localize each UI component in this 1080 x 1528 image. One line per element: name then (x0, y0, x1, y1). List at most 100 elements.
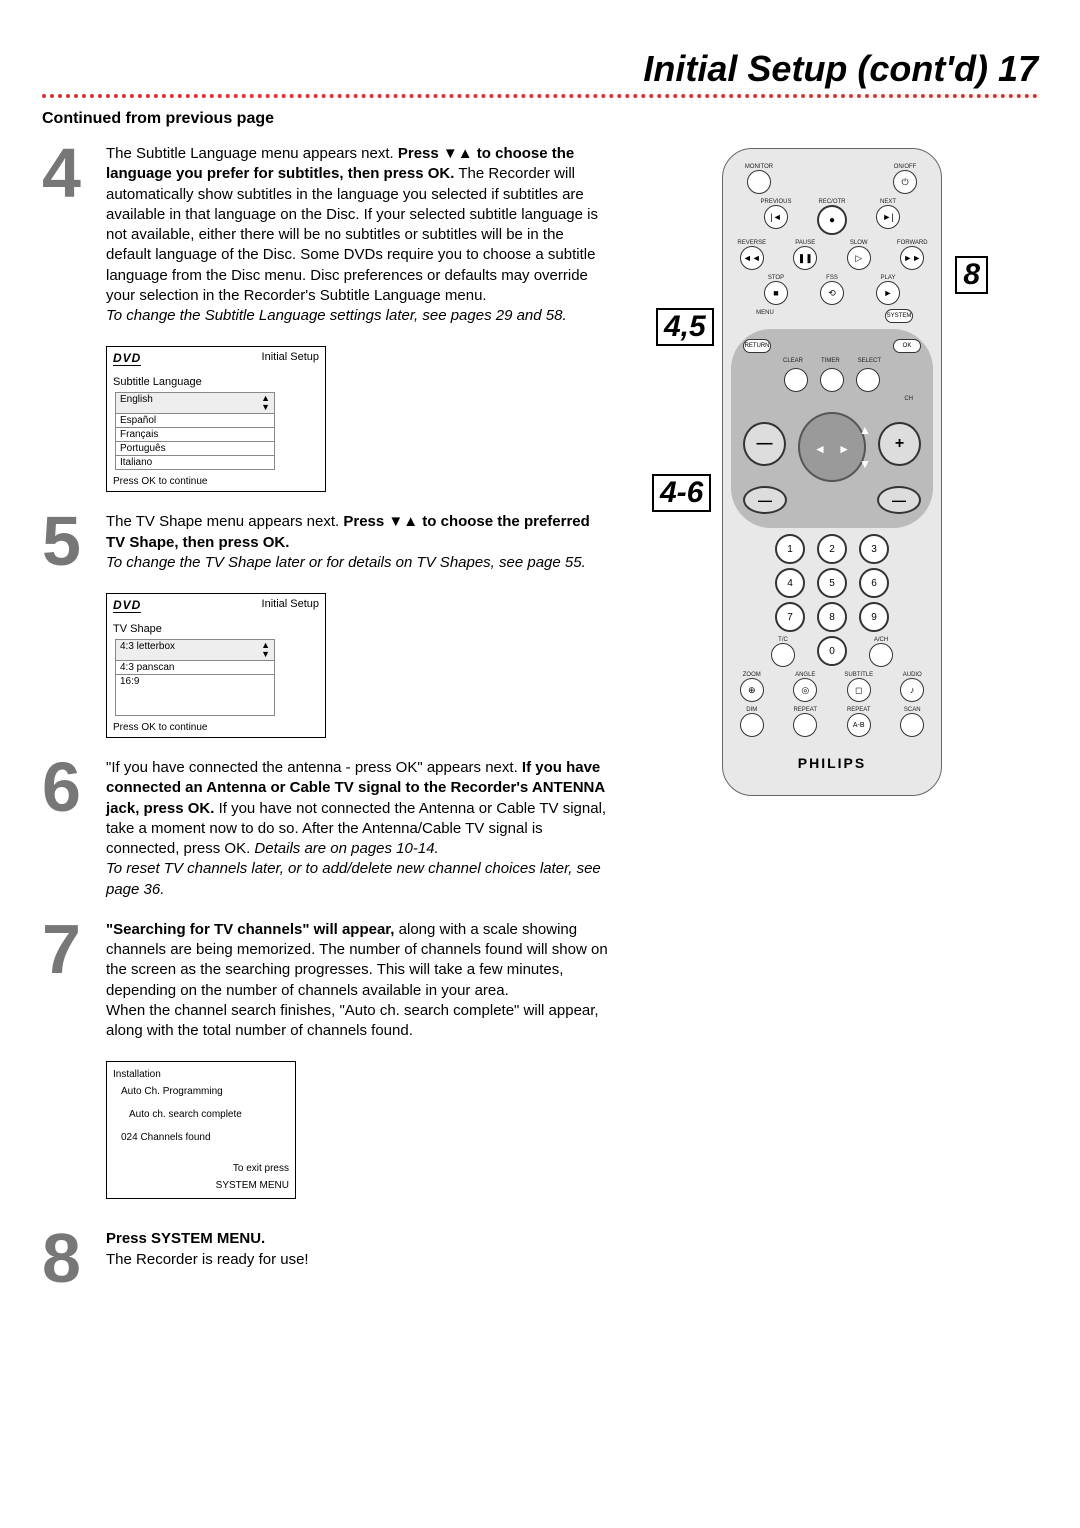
option-label: Italiano (120, 457, 152, 468)
subtitle-option[interactable]: Italiano (115, 455, 275, 470)
repeat-ab-button[interactable]: A-B (847, 713, 871, 737)
subtitle-option[interactable]: Português (115, 441, 275, 455)
remote-body: MONITOR ON/OFF⏻ PREVIOUS|◄ REC/OTR● NEXT… (722, 148, 942, 796)
subtitle-button[interactable]: ◻ (847, 678, 871, 702)
monitor-button[interactable] (747, 170, 771, 194)
stop-button[interactable]: ■ (764, 281, 788, 305)
btn-label: CLEAR (783, 358, 803, 364)
key-7[interactable]: 7 (775, 602, 805, 632)
zoom-button[interactable]: ⊕ (740, 678, 764, 702)
header-title: Initial Setup (cont'd) (643, 48, 988, 89)
dim-button[interactable] (740, 713, 764, 737)
btn-label: SELECT (858, 358, 881, 364)
key-9[interactable]: 9 (859, 602, 889, 632)
remote-brand-logo: PHILIPS (731, 755, 933, 771)
step-4-body: The Subtitle Language menu appears next.… (106, 144, 612, 326)
remote-column: 8 4,5 4-6 MONITOR ON/OFF⏻ PREVIOUS|◄ REC… (652, 144, 1012, 796)
osd-tv-shape: DVD Initial Setup TV Shape 4:3 letterbox… (106, 593, 326, 738)
updown-icon: ▲▼ (261, 394, 270, 412)
callout-8: 8 (955, 256, 988, 294)
key-5[interactable]: 5 (817, 568, 847, 598)
system-menu-button[interactable]: SYSTEM (885, 309, 913, 323)
angle-button[interactable]: ◎ (793, 678, 817, 702)
step-6-number: 6 (42, 758, 106, 818)
callout-4-5: 4,5 (656, 308, 714, 346)
osd-footer: Press OK to continue (107, 722, 325, 737)
dpad-right[interactable]: ► (830, 439, 858, 459)
btn-label: TIMER (821, 358, 840, 364)
option-label: English (120, 394, 153, 412)
key-6[interactable]: 6 (859, 568, 889, 598)
reverse-button[interactable]: ◄◄ (740, 246, 764, 270)
step-7-bold: "Searching for TV channels" will appear, (106, 921, 399, 938)
repeat-button[interactable] (793, 713, 817, 737)
step-5-number: 5 (42, 512, 106, 572)
fss-button[interactable]: ⟲ (820, 281, 844, 305)
vol-rocker[interactable]: — (743, 422, 786, 466)
option-label: Español (120, 415, 156, 426)
page-header: Initial Setup (cont'd) 17 (42, 48, 1038, 90)
step-8-number: 8 (42, 1229, 106, 1289)
step-7-rest2: When the channel search finishes, "Auto … (106, 1002, 599, 1039)
dpad-section: RETURN OK CLEAR TIMER SELECT CH — ▲ (731, 329, 933, 528)
osd-installation: Installation Auto Ch. Programming Auto c… (106, 1061, 296, 1199)
subtitle-option[interactable]: Español (115, 413, 275, 427)
install-title: Installation (113, 1066, 289, 1083)
step-5-lead: The TV Shape menu appears next. (106, 513, 343, 530)
audio-button[interactable]: ♪ (900, 678, 924, 702)
scan-button[interactable] (900, 713, 924, 737)
key-2[interactable]: 2 (817, 534, 847, 564)
install-line1: Auto ch. search complete (113, 1106, 289, 1123)
key-8[interactable]: 8 (817, 602, 847, 632)
tc-button[interactable] (771, 643, 795, 667)
step-5: 5 The TV Shape menu appears next. Press … (42, 512, 612, 573)
step-7-body: "Searching for TV channels" will appear,… (106, 920, 612, 1042)
step-7: 7 "Searching for TV channels" will appea… (42, 920, 612, 1042)
ach-button[interactable] (869, 643, 893, 667)
tvshape-option[interactable]: 4:3 panscan (115, 660, 275, 674)
ok-button[interactable]: OK (893, 339, 921, 353)
previous-button[interactable]: |◄ (764, 205, 788, 229)
osd-brand-logo: DVD (113, 351, 141, 366)
install-exit2: SYSTEM MENU (113, 1177, 289, 1194)
next-button[interactable]: ►| (876, 205, 900, 229)
vol-rocker-down[interactable]: — (743, 486, 787, 514)
install-line2: 024 Channels found (113, 1129, 289, 1146)
header-dotted-rule (42, 92, 1038, 98)
step-4-rest: The Recorder will automatically show sub… (106, 165, 598, 304)
step-5-note: To change the TV Shape later or for deta… (106, 554, 586, 571)
key-1[interactable]: 1 (775, 534, 805, 564)
clear-button[interactable] (784, 368, 808, 392)
step-4-lead: The Subtitle Language menu appears next. (106, 145, 398, 162)
forward-button[interactable]: ►► (900, 246, 924, 270)
key-0[interactable]: 0 (817, 636, 847, 666)
step-4-number: 4 (42, 144, 106, 204)
key-3[interactable]: 3 (859, 534, 889, 564)
pause-button[interactable]: ❚❚ (793, 246, 817, 270)
navigation-dpad[interactable]: ▲ ▼ ◄ ► (798, 412, 866, 482)
continued-label: Continued from previous page (42, 110, 1038, 128)
play-button[interactable]: ► (876, 281, 900, 305)
subtitle-option[interactable]: English ▲▼ (115, 392, 275, 413)
subtitle-option[interactable]: Français (115, 427, 275, 441)
ch-rocker[interactable]: + (878, 422, 921, 466)
tvshape-option[interactable]: 4:3 letterbox ▲▼ (115, 639, 275, 660)
onoff-button[interactable]: ⏻ (893, 170, 917, 194)
key-4[interactable]: 4 (775, 568, 805, 598)
step-5-body: The TV Shape menu appears next. Press ▼▲… (106, 512, 612, 573)
record-button[interactable]: ● (817, 205, 847, 235)
return-button[interactable]: RETURN (743, 339, 771, 353)
ch-rocker-down[interactable]: — (877, 486, 921, 514)
select-button[interactable] (856, 368, 880, 392)
dpad-up[interactable]: ▲ (851, 420, 879, 440)
osd-title: Initial Setup (262, 598, 319, 613)
option-label: 16:9 (120, 676, 139, 687)
osd-footer: Press OK to continue (107, 476, 325, 491)
tvshape-option[interactable]: 16:9 (115, 674, 275, 688)
slow-button[interactable]: ▷ (847, 246, 871, 270)
subtitle-options: English ▲▼ Español Français Português It… (115, 392, 275, 470)
updown-icon: ▲▼ (261, 641, 270, 659)
tvshape-option-empty (115, 688, 275, 702)
osd-subtitle-language: DVD Initial Setup Subtitle Language Engl… (106, 346, 326, 492)
timer-button[interactable] (820, 368, 844, 392)
